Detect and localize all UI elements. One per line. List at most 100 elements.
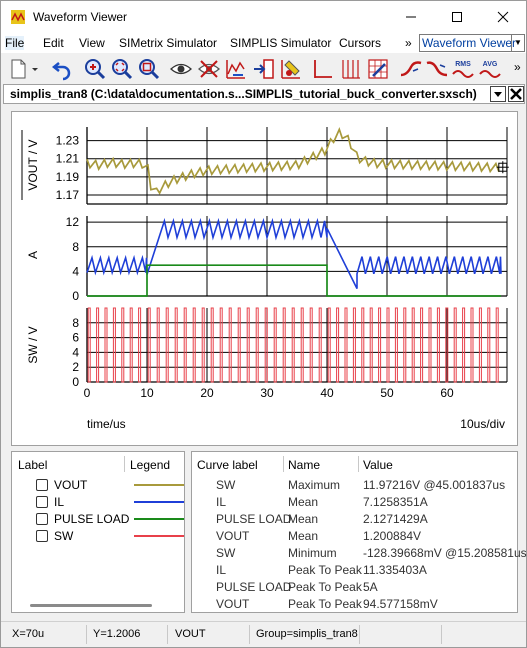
falling-edge-icon[interactable] xyxy=(425,57,449,81)
show-curve-icon[interactable] xyxy=(169,57,193,81)
zoom-box-icon[interactable] xyxy=(137,57,161,81)
sw-pulse xyxy=(361,307,365,383)
series-line-vout xyxy=(86,127,500,195)
div-label: 10us/div xyxy=(460,417,505,431)
avg-icon[interactable]: AVG xyxy=(478,57,502,81)
measurement-row[interactable]: VOUT Mean 1.200884V xyxy=(192,528,517,545)
plot-area[interactable]: 1.23 1.21 1.19 1.17 VOUT / V 12 8 4 0 A 8 6 4 2 0 SW / … xyxy=(11,111,518,446)
sw-pulse xyxy=(478,307,482,383)
measurement-row[interactable]: PULSE LOAD Peak To Peak 5A xyxy=(192,579,517,596)
legend-swatch-il xyxy=(134,501,184,503)
rms-icon[interactable]: RMS xyxy=(451,57,475,81)
sw-pulse xyxy=(394,307,398,383)
close-icon xyxy=(497,11,509,23)
menu-edit[interactable]: Edit xyxy=(43,36,64,50)
measurement-name: Minimum xyxy=(288,546,337,560)
legend-row-il[interactable]: IL xyxy=(36,494,184,510)
move-curve-icon[interactable] xyxy=(252,57,276,81)
zoom-fit-icon[interactable] xyxy=(110,57,134,81)
measurement-curve: IL xyxy=(216,563,227,577)
measurement-row[interactable]: SW Maximum 11.97216V @45.001837us xyxy=(192,477,517,494)
zoom-in-icon[interactable] xyxy=(83,57,107,81)
menu-overflow-chevron[interactable]: » xyxy=(405,36,412,50)
measurement-value: 5A xyxy=(363,580,378,594)
measure-header-divider-1[interactable] xyxy=(283,456,284,472)
sw-pulse xyxy=(174,307,178,383)
measure-header-value: Value xyxy=(363,458,393,472)
sw-pulse xyxy=(87,307,91,383)
y-tick-label: 8 xyxy=(72,316,79,330)
maximize-button[interactable] xyxy=(434,1,480,33)
y-tick-label: 0 xyxy=(72,289,79,303)
rising-edge-icon[interactable] xyxy=(399,57,423,81)
legend-row-vout[interactable]: VOUT xyxy=(36,477,184,493)
measurement-row[interactable]: PULSE LOAD Mean 2.1271429A xyxy=(192,511,517,528)
measurement-name: Mean xyxy=(288,529,319,543)
single-grid-icon[interactable] xyxy=(311,57,335,81)
document-tab-bar: simplis_tran8 (C:\data\documentation.s..… xyxy=(3,84,525,104)
legend-label-pulse-load: PULSE LOAD xyxy=(54,512,130,526)
sw-pulse xyxy=(210,307,214,383)
sw-pulse xyxy=(165,307,169,383)
measure-icon[interactable] xyxy=(366,57,390,81)
curve-label-icon[interactable] xyxy=(224,57,248,81)
legend-header-legend: Legend xyxy=(130,458,171,472)
sw-pulse xyxy=(129,307,133,383)
measurement-curve: PULSE LOAD xyxy=(216,512,292,526)
new-page-icon[interactable] xyxy=(6,57,30,81)
legend-header-divider[interactable] xyxy=(124,456,125,472)
window-select-combo[interactable]: Waveform Viewer ▼ xyxy=(419,34,525,52)
measurement-row[interactable]: SW Minimum -128.39668mV @15.208581us xyxy=(192,545,527,562)
sw-pulse xyxy=(282,307,286,383)
measure-header-divider-2[interactable] xyxy=(358,456,359,472)
measurement-row[interactable]: IL Mean 7.1258351A xyxy=(192,494,517,511)
legend-row-pulse-load[interactable]: PULSE LOAD xyxy=(36,511,184,527)
window-title: Waveform Viewer xyxy=(33,10,128,24)
legend-checkbox-sw[interactable] xyxy=(36,530,48,542)
legend-checkbox-pulse-load[interactable] xyxy=(36,513,48,525)
sw-pulse xyxy=(403,307,407,383)
toolbar: RMS AVG » xyxy=(1,55,526,83)
document-tab-title[interactable]: simplis_tran8 (C:\data\documentation.s..… xyxy=(10,87,477,101)
status-divider-1 xyxy=(86,625,87,644)
legend-horizontal-scrollbar[interactable] xyxy=(30,604,152,607)
measurement-name: Mean xyxy=(288,495,319,509)
measurement-name: Peak To Peak xyxy=(288,563,362,577)
menu-cursors[interactable]: Cursors xyxy=(339,36,381,50)
legend-swatch-pulse-load xyxy=(134,518,184,520)
tab-menu-dropdown-icon[interactable] xyxy=(490,86,506,102)
waveform-plots[interactable]: 1.231.211.191.17VOUT / V12840A86420SW / … xyxy=(12,112,519,447)
sw-pulse xyxy=(336,307,340,383)
toolbar-overflow-chevron[interactable]: » xyxy=(514,60,521,74)
sw-pulse xyxy=(386,307,390,383)
stacked-grid-icon[interactable] xyxy=(339,57,363,81)
minimize-button[interactable] xyxy=(388,1,434,33)
sw-pulse xyxy=(112,307,116,383)
sw-pulse xyxy=(121,307,125,383)
measurement-row[interactable]: VOUT Peak To Peak 94.577158mV xyxy=(192,596,517,613)
delete-curve-icon[interactable] xyxy=(279,57,303,81)
menu-simetrix-simulator[interactable]: SIMetrix Simulator xyxy=(119,36,217,50)
tab-close-icon[interactable] xyxy=(508,86,524,102)
legend-checkbox-il[interactable] xyxy=(36,496,48,508)
undo-icon[interactable] xyxy=(50,57,74,81)
sw-pulse xyxy=(487,307,491,383)
measurement-row[interactable]: IL Peak To Peak 11.335403A xyxy=(192,562,517,579)
close-button[interactable] xyxy=(480,1,526,33)
sw-pulse xyxy=(470,307,474,383)
menu-simplis-simulator[interactable]: SIMPLIS Simulator xyxy=(230,36,331,50)
hide-curve-icon[interactable] xyxy=(197,57,221,81)
new-dropdown-icon[interactable] xyxy=(29,57,41,81)
menu-file[interactable]: File xyxy=(5,36,25,50)
sw-pulse xyxy=(344,307,348,383)
sw-pulse xyxy=(273,307,277,383)
legend-checkbox-vout[interactable] xyxy=(36,479,48,491)
sw-pulse xyxy=(300,307,304,383)
sw-pulse xyxy=(219,307,223,383)
legend-row-sw[interactable]: SW xyxy=(36,528,184,544)
measurement-name: Peak To Peak xyxy=(288,597,362,611)
sw-pulse xyxy=(255,307,259,383)
menu-view[interactable]: View xyxy=(79,36,105,50)
y-tick-label: 0 xyxy=(72,375,79,389)
status-bar: X=70u Y=1.2006 VOUT Group=simplis_tran8 xyxy=(1,621,526,647)
